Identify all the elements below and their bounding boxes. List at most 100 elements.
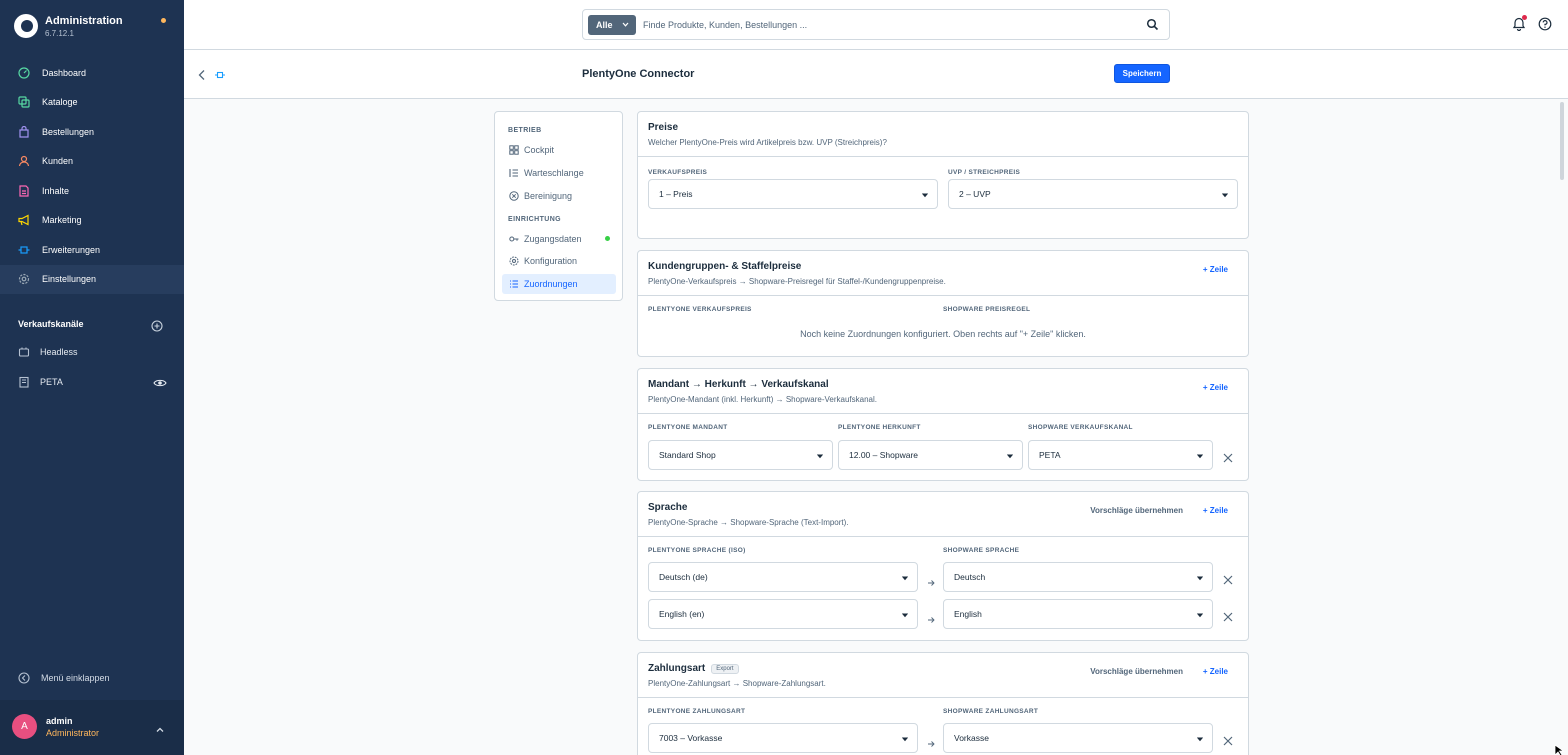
- select-value: 1 – Preis: [659, 189, 693, 199]
- select-value: Deutsch (de): [659, 572, 708, 582]
- nav-label: Einstellungen: [42, 274, 97, 285]
- sales-channel-select[interactable]: PETA: [1028, 440, 1213, 470]
- add-row-button[interactable]: + Zeile: [1203, 506, 1228, 515]
- save-button[interactable]: Speichern: [1114, 64, 1170, 83]
- apply-suggestions-button[interactable]: Vorschläge übernehmen: [1090, 506, 1183, 515]
- card-title: Sprache: [648, 502, 688, 513]
- close-icon[interactable]: [1223, 609, 1233, 622]
- column-label: SHOPWARE PREISREGEL: [943, 306, 1031, 313]
- app-title: Administration: [45, 14, 123, 27]
- nav-item-extensions[interactable]: Erweiterungen: [0, 235, 184, 265]
- nav-label: Marketing: [42, 215, 82, 226]
- collapse-menu-button[interactable]: Menü einklappen: [18, 672, 110, 684]
- chevron-down-icon: [1196, 574, 1204, 582]
- column-label: PLENTYONE SPRACHE (ISO): [648, 547, 746, 554]
- nav-label: Kunden: [42, 156, 74, 167]
- marketing-icon: [18, 214, 30, 226]
- admin-sidebar: Administration 6.7.12.1 Dashboard Katalo…: [0, 0, 184, 755]
- language-mapping-card: Sprache PlentyOne-Sprache → Shopware-Spr…: [637, 491, 1249, 641]
- nav-label: Bestellungen: [42, 126, 95, 137]
- card-header: Preise Welcher PlentyOne-Preis wird Arti…: [638, 112, 1248, 157]
- help-icon[interactable]: [1538, 17, 1552, 31]
- sale-price-select[interactable]: 1 – Preis: [648, 179, 938, 209]
- plenty-language-select[interactable]: Deutsch (de): [648, 562, 918, 592]
- plugin-nav-label: Cockpit: [524, 145, 555, 155]
- search-type-select[interactable]: Alle: [588, 15, 636, 35]
- nav-item-dashboard[interactable]: Dashboard: [0, 58, 184, 88]
- nav-item-settings[interactable]: Einstellungen: [0, 264, 184, 294]
- smart-bar: PlentyOne Connector Speichern: [184, 50, 1568, 99]
- app-version: 6.7.12.1: [45, 28, 74, 38]
- client-mapping-card: Mandant → Herkunft → Verkaufskanal Plent…: [637, 368, 1249, 481]
- shopware-payment-select[interactable]: Vorkasse: [943, 723, 1213, 753]
- shopware-language-select[interactable]: Deutsch: [943, 562, 1213, 592]
- plenty-payment-select[interactable]: 7003 – Vorkasse: [648, 723, 918, 753]
- plugin-nav-mappings[interactable]: Zuordnungen: [502, 274, 616, 294]
- clear-circle-icon: [509, 191, 519, 201]
- gear-icon: [509, 256, 519, 266]
- select-value: 2 – UVP: [959, 189, 991, 199]
- user-panel[interactable]: A admin Administrator: [0, 700, 184, 755]
- card-subtitle: PlentyOne-Sprache → Shopware-Sprache (Te…: [648, 518, 849, 527]
- select-value: 12.00 – Shopware: [849, 450, 918, 460]
- plugin-nav-cleanup[interactable]: Bereinigung: [502, 186, 616, 206]
- card-title: Zahlungsart Export: [648, 663, 739, 674]
- collapse-label: Menü einklappen: [41, 673, 110, 683]
- brand[interactable]: Administration 6.7.12.1: [14, 12, 123, 40]
- payment-mapping-card: Zahlungsart Export PlentyOne-Zahlungsart…: [637, 652, 1249, 755]
- scrollbar-thumb[interactable]: [1560, 102, 1564, 180]
- origin-select[interactable]: 12.00 – Shopware: [838, 440, 1023, 470]
- nav-item-customers[interactable]: Kunden: [0, 147, 184, 177]
- plugin-nav-cockpit[interactable]: Cockpit: [502, 140, 616, 160]
- back-arrow-icon[interactable]: [197, 68, 207, 80]
- card-title: Mandant → Herkunft → Verkaufskanal: [648, 379, 829, 390]
- plugin-icon: [214, 68, 226, 80]
- chevron-up-icon[interactable]: [155, 722, 165, 732]
- headless-icon: [18, 346, 30, 358]
- plugin-nav-queue[interactable]: Warteschlange: [502, 163, 616, 183]
- chevron-down-icon: [901, 611, 909, 619]
- plugin-nav-credentials[interactable]: Zugangsdaten: [502, 229, 616, 249]
- plenty-language-select[interactable]: English (en): [648, 599, 918, 629]
- plugin-nav-label: Warteschlange: [524, 168, 584, 178]
- select-value: 7003 – Vorkasse: [659, 733, 723, 743]
- export-badge: Export: [711, 663, 739, 674]
- card-header: Mandant → Herkunft → Verkaufskanal Plent…: [638, 369, 1248, 414]
- shopware-language-select[interactable]: English: [943, 599, 1213, 629]
- content-scrollbar[interactable]: [1558, 100, 1566, 755]
- search-icon[interactable]: [1146, 18, 1159, 31]
- add-row-button[interactable]: + Zeile: [1203, 265, 1228, 274]
- nav-item-catalogs[interactable]: Kataloge: [0, 88, 184, 118]
- column-label: SHOPWARE ZAHLUNGSART: [943, 708, 1039, 715]
- nav-item-orders[interactable]: Bestellungen: [0, 117, 184, 147]
- apply-suggestions-button[interactable]: Vorschläge übernehmen: [1090, 667, 1183, 676]
- nav-item-content[interactable]: Inhalte: [0, 176, 184, 206]
- eye-icon[interactable]: [153, 376, 167, 388]
- plugin-nav-configuration[interactable]: Konfiguration: [502, 251, 616, 271]
- close-icon[interactable]: [1223, 572, 1233, 585]
- mouse-cursor-icon: [1554, 743, 1566, 755]
- search-input[interactable]: [643, 16, 1133, 34]
- close-icon[interactable]: [1223, 733, 1233, 746]
- nav-item-marketing[interactable]: Marketing: [0, 206, 184, 236]
- chevron-down-icon: [1196, 452, 1204, 460]
- add-row-button[interactable]: + Zeile: [1203, 667, 1228, 676]
- select-value: PETA: [1039, 450, 1061, 460]
- close-icon[interactable]: [1223, 450, 1233, 463]
- card-header: Kundengruppen- & Staffelpreise PlentyOne…: [638, 251, 1248, 296]
- select-value: Deutsch: [954, 572, 986, 582]
- notification-dot: [1522, 15, 1527, 20]
- sales-channel-headless[interactable]: Headless: [18, 345, 78, 359]
- customer-group-prices-card: Kundengruppen- & Staffelpreise PlentyOne…: [637, 250, 1249, 357]
- add-sales-channel-icon[interactable]: [151, 319, 163, 332]
- select-value: English (en): [659, 609, 705, 619]
- update-indicator: [161, 18, 166, 23]
- client-select[interactable]: Standard Shop: [648, 440, 833, 470]
- rrp-price-select[interactable]: 2 – UVP: [948, 179, 1238, 209]
- add-row-button[interactable]: + Zeile: [1203, 383, 1228, 392]
- chevron-down-icon: [901, 735, 909, 743]
- column-label: PLENTYONE MANDANT: [648, 424, 728, 431]
- sales-channel-peta[interactable]: PETA: [18, 375, 63, 389]
- catalog-icon: [18, 96, 30, 108]
- status-ok-dot: [605, 236, 610, 241]
